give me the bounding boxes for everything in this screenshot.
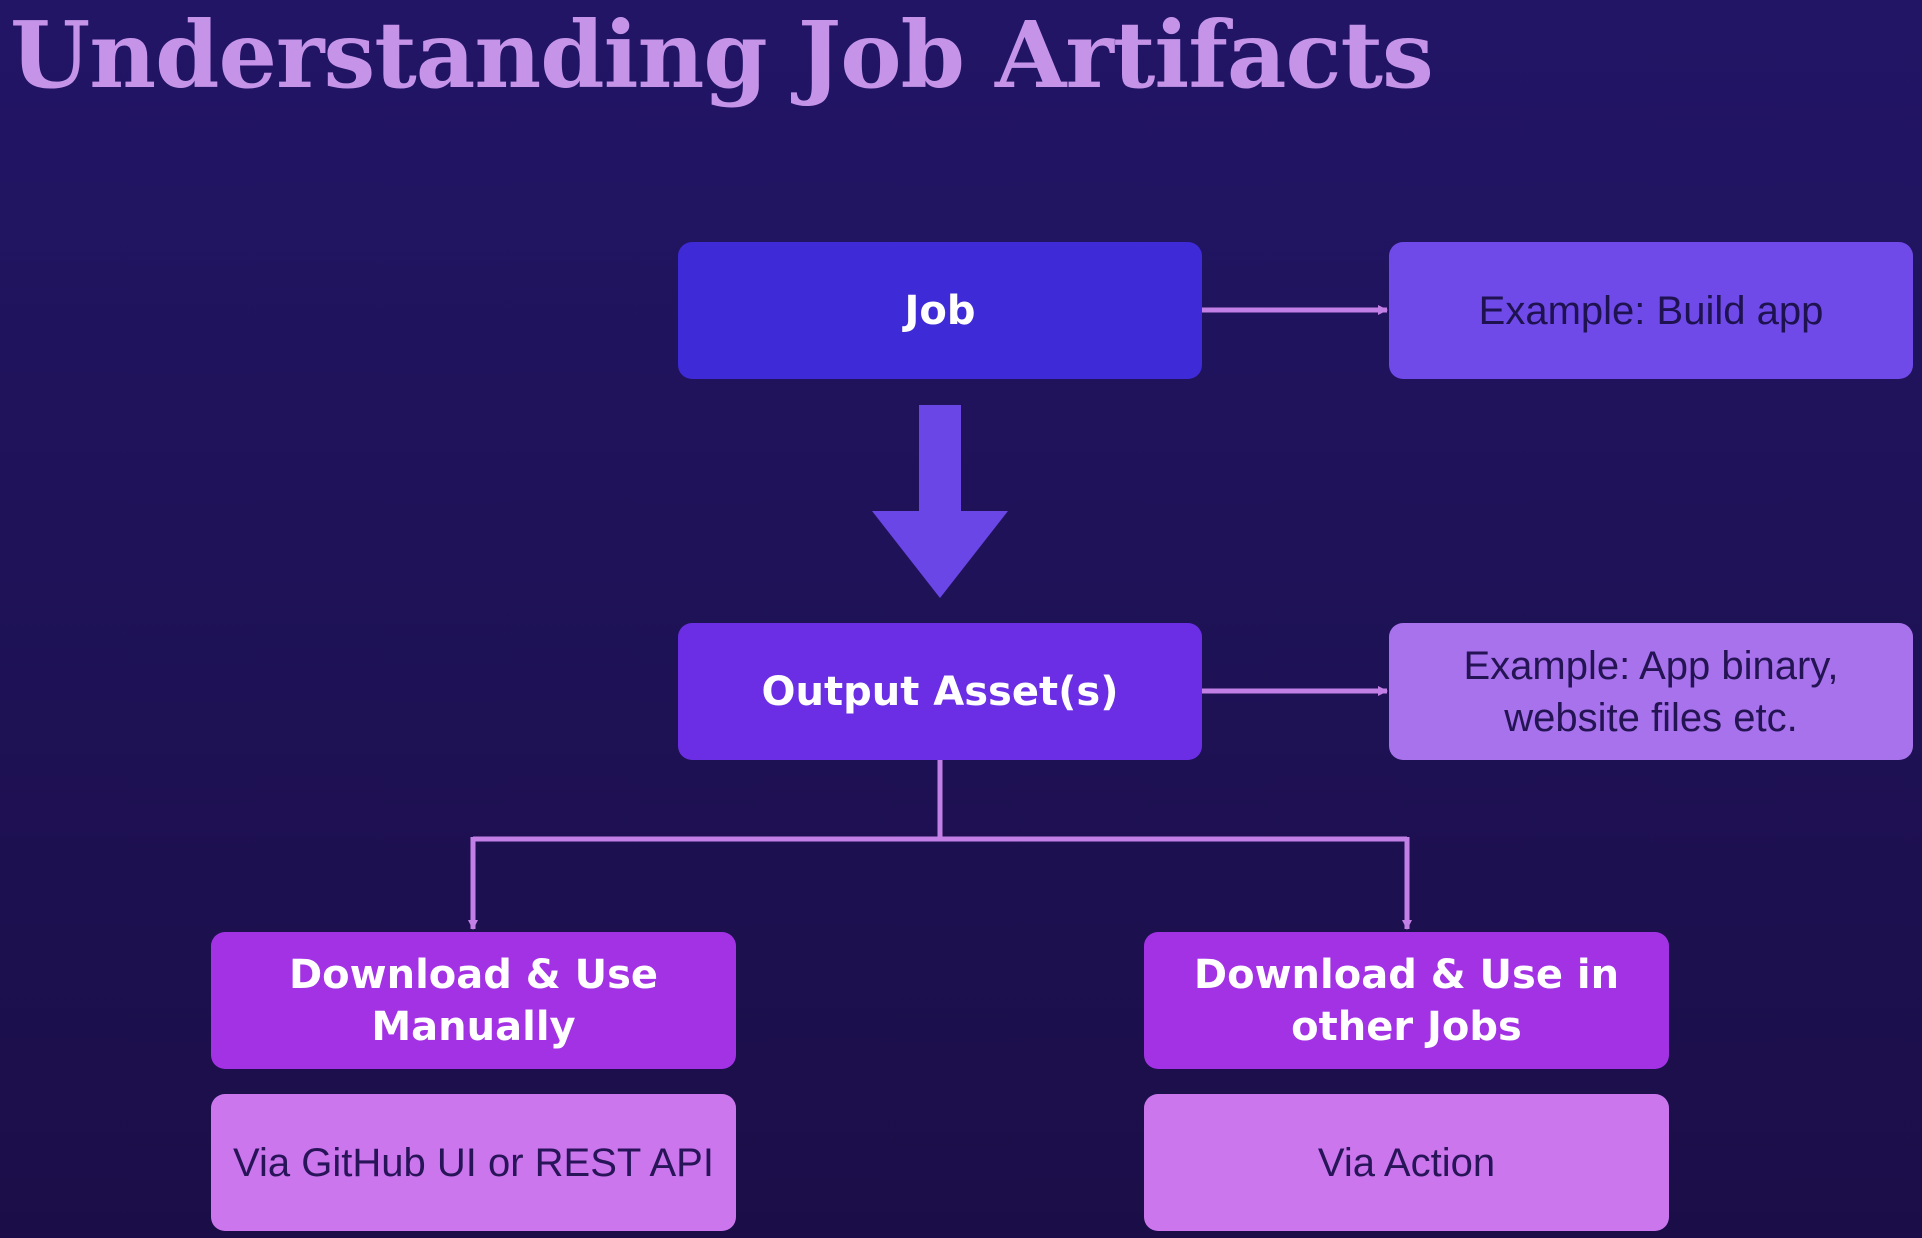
via-action-label: Via Action: [1317, 1140, 1496, 1185]
via-action-box: Via Action: [1144, 1094, 1669, 1231]
via-github-box: Via GitHub UI or REST API: [211, 1094, 736, 1231]
output-example-box: Example: App binary, website files etc.: [1389, 623, 1913, 760]
download-manual-box: Download & Use Manually: [211, 932, 736, 1069]
job-example-label: Example: Build app: [1478, 288, 1824, 333]
job-example-box: Example: Build app: [1389, 242, 1913, 379]
output-assets-box: Output Asset(s): [678, 623, 1202, 760]
job-label: Job: [904, 287, 976, 334]
download-other-jobs-box: Download & Use in other Jobs: [1144, 932, 1669, 1069]
download-manual-label: Download & Use Manually: [288, 951, 659, 1050]
output-assets-label: Output Asset(s): [761, 668, 1119, 715]
download-other-jobs-label: Download & Use in other Jobs: [1193, 951, 1620, 1050]
big-down-arrow: [872, 405, 1008, 598]
via-github-label: Via GitHub UI or REST API: [233, 1140, 714, 1185]
output-example-label: Example: App binary, website files etc.: [1463, 643, 1839, 740]
job-box: Job: [678, 242, 1202, 379]
